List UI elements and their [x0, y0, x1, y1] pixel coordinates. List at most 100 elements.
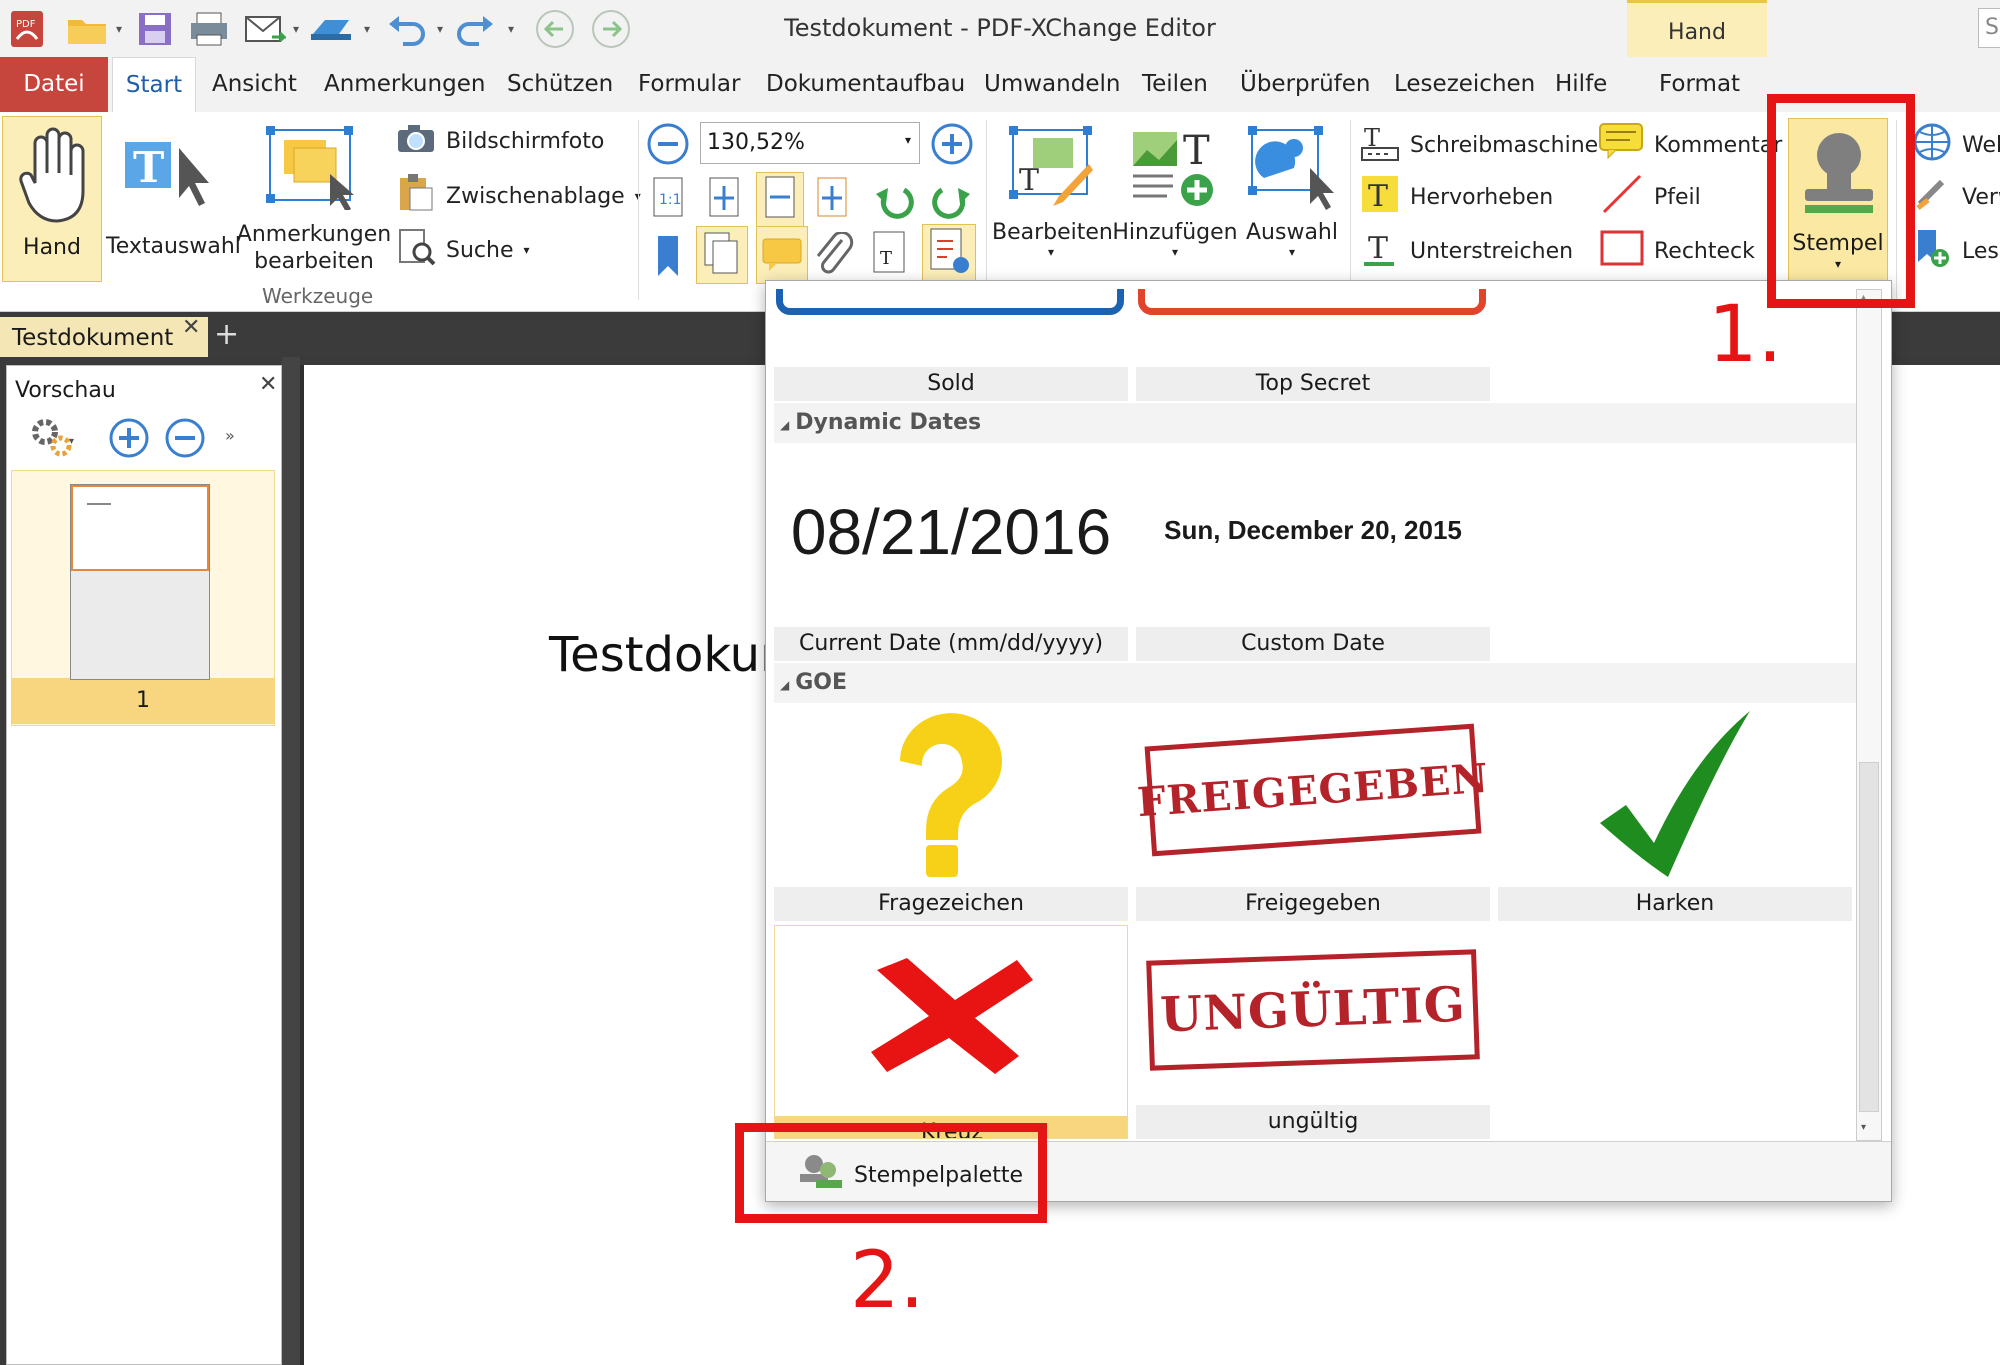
comment-tool[interactable]: Kommentar: [1598, 122, 1782, 168]
tab-hilfe[interactable]: Hilfe: [1555, 71, 1607, 97]
new-tab-icon[interactable]: +: [214, 317, 239, 352]
stamp-freigegeben-preview: FREIGEGEBEN: [1136, 723, 1490, 857]
fit-visible-icon[interactable]: [814, 176, 850, 224]
tab-schuetzen[interactable]: Schützen: [507, 71, 613, 97]
hand-label: Hand: [23, 235, 81, 260]
scroll-thumb[interactable]: [1859, 762, 1879, 1112]
rotate-right-icon[interactable]: [930, 180, 972, 224]
scroll-down-icon[interactable]: ▾: [1861, 1122, 1866, 1133]
tab-ueberpruefen[interactable]: Überprüfen: [1240, 71, 1371, 97]
highlight-frame-palette: [735, 1123, 1047, 1223]
add-content-button[interactable]: T Hinzufügen ▾: [1112, 116, 1238, 282]
stamp-label: Top Secret: [1136, 367, 1490, 401]
svg-text:T: T: [1019, 163, 1039, 198]
zoom-out-thumbs-icon[interactable]: [163, 416, 207, 464]
rectangle-tool[interactable]: Rechteck: [1600, 228, 1755, 274]
section-header-goe[interactable]: ◢ GOE: [774, 663, 1859, 703]
add-content-icon: T: [1127, 124, 1223, 217]
document-properties-icon[interactable]: [922, 224, 976, 284]
stamp-label: Sold: [774, 367, 1128, 401]
tab-teilen[interactable]: Teilen: [1142, 71, 1208, 97]
fit-page-icon[interactable]: [706, 176, 742, 224]
edit-content-icon: T: [1003, 124, 1099, 217]
title-bar: PDF ▾ ▾ ▾ ▾ ▾ Testdokument - PDF-XChange…: [0, 0, 2000, 112]
stamp-sold[interactable]: Sold: [774, 289, 1128, 401]
attachment-icon[interactable]: [812, 230, 854, 280]
stamp-harken[interactable]: Harken: [1498, 705, 1852, 921]
stamp-preview-text: 08/21/2016: [790, 496, 1112, 568]
tab-formular[interactable]: Formular: [638, 71, 740, 97]
close-pane-icon[interactable]: ✕: [259, 372, 277, 397]
zoom-in-thumbs-icon[interactable]: [107, 416, 151, 464]
svg-text:▾: ▾: [69, 436, 74, 447]
search-doc-icon: [396, 228, 436, 272]
typewriter-tool[interactable]: T Schreibmaschine: [1360, 122, 1598, 168]
tab-format[interactable]: Format: [1659, 71, 1740, 97]
svg-text:T: T: [133, 143, 164, 192]
tab-umwandeln[interactable]: Umwandeln: [984, 71, 1120, 97]
tab-datei[interactable]: Datei: [0, 57, 108, 112]
pages-icon[interactable]: [696, 226, 748, 284]
zoom-dropdown-icon[interactable]: ▾: [905, 133, 911, 147]
stamp-sold-preview: [776, 289, 1124, 315]
gear-icon[interactable]: ▾: [29, 416, 79, 464]
stamp-fragezeichen[interactable]: Fragezeichen: [774, 705, 1128, 921]
document-tab[interactable]: Testdokument: [0, 317, 208, 357]
web-links-tool[interactable]: Web: [1912, 122, 2000, 168]
checkmark-icon: [1598, 707, 1758, 887]
stamp-kreuz[interactable]: Kreuz: [774, 925, 1128, 1139]
text-select-label: Textauswahl: [106, 234, 241, 259]
stamp-top-secret-preview: [1138, 289, 1486, 315]
screenshot-button[interactable]: Bildschirmfoto: [396, 122, 604, 160]
link-tool[interactable]: Verw: [1912, 174, 2000, 220]
rectangle-icon: [1600, 228, 1644, 274]
page-thumbnail[interactable]: [70, 484, 210, 680]
edit-annotations-icon: [266, 126, 362, 217]
stamp-ungueltig-preview: UNGÜLTIG: [1146, 949, 1480, 1071]
annotation-step-1: 1.: [1708, 290, 1783, 380]
select-content-label: Auswahl: [1246, 220, 1338, 245]
search-input[interactable]: S: [1978, 8, 2000, 48]
select-content-button[interactable]: Auswahl ▾: [1240, 116, 1344, 282]
tab-lesezeichen[interactable]: Lesezeichen: [1394, 71, 1535, 97]
text-field-icon[interactable]: T: [870, 230, 910, 280]
zoom-level-input[interactable]: 130,52% ▾: [700, 122, 920, 164]
group-label-werkzeuge: Werkzeuge: [262, 284, 374, 308]
arrow-tool[interactable]: Pfeil: [1600, 174, 1701, 220]
underline-icon: T: [1360, 228, 1400, 274]
zoom-out-icon[interactable]: [646, 122, 690, 170]
overflow-chevron-icon[interactable]: »: [225, 426, 235, 445]
actual-size-icon[interactable]: 1:1: [650, 176, 686, 224]
tab-ansicht[interactable]: Ansicht: [212, 71, 297, 97]
fit-width-icon[interactable]: [756, 172, 804, 228]
text-select-button[interactable]: T Textauswahl: [106, 116, 241, 282]
stamps-scrollbar[interactable]: ▴ ▾: [1856, 289, 1882, 1141]
highlight-tool[interactable]: T Hervorheben: [1360, 174, 1553, 220]
tab-start[interactable]: Start: [112, 57, 196, 113]
question-mark-icon: [886, 709, 1016, 885]
hand-tool-button[interactable]: Hand: [2, 116, 102, 282]
stamp-freigegeben[interactable]: FREIGEGEBEN Freigegeben: [1136, 705, 1490, 921]
comments-pane-icon[interactable]: [756, 226, 808, 284]
stamp-custom-date[interactable]: Sun, December 20, 2015 Custom Date: [1136, 445, 1490, 661]
stamp-current-date[interactable]: 08/21/2016 Current Date (mm/dd/yyyy): [774, 445, 1128, 661]
rotate-left-icon[interactable]: [874, 180, 916, 224]
stamp-top-secret[interactable]: Top Secret: [1136, 289, 1490, 401]
edit-content-button[interactable]: T Bearbeiten ▾: [992, 116, 1113, 282]
tab-anmerkungen[interactable]: Anmerkungen: [324, 71, 485, 97]
clipboard-button[interactable]: Zwischenablage▾: [396, 174, 641, 218]
search-button[interactable]: Suche ▾: [396, 228, 530, 272]
tab-dokumentaufbau[interactable]: Dokumentaufbau: [766, 71, 965, 97]
edit-annotations-button[interactable]: Anmerkungen bearbeiten: [236, 116, 392, 282]
stamp-label: Freigegeben: [1136, 887, 1490, 921]
bookmark-icon[interactable]: [652, 234, 684, 282]
edit-content-label: Bearbeiten: [992, 220, 1113, 245]
close-tab-icon[interactable]: ✕: [182, 315, 200, 340]
edit-annotations-label: Anmerkungen bearbeiten: [236, 222, 392, 274]
add-bookmark-tool[interactable]: Lese: [1912, 228, 2000, 274]
zoom-in-icon[interactable]: [930, 122, 974, 170]
stamp-ungueltig[interactable]: UNGÜLTIG ungültig: [1136, 925, 1490, 1139]
underline-tool[interactable]: T Unterstreichen: [1360, 228, 1573, 274]
collapse-icon: ◢: [780, 678, 790, 692]
section-header-dynamic-dates[interactable]: ◢ Dynamic Dates: [774, 403, 1859, 443]
